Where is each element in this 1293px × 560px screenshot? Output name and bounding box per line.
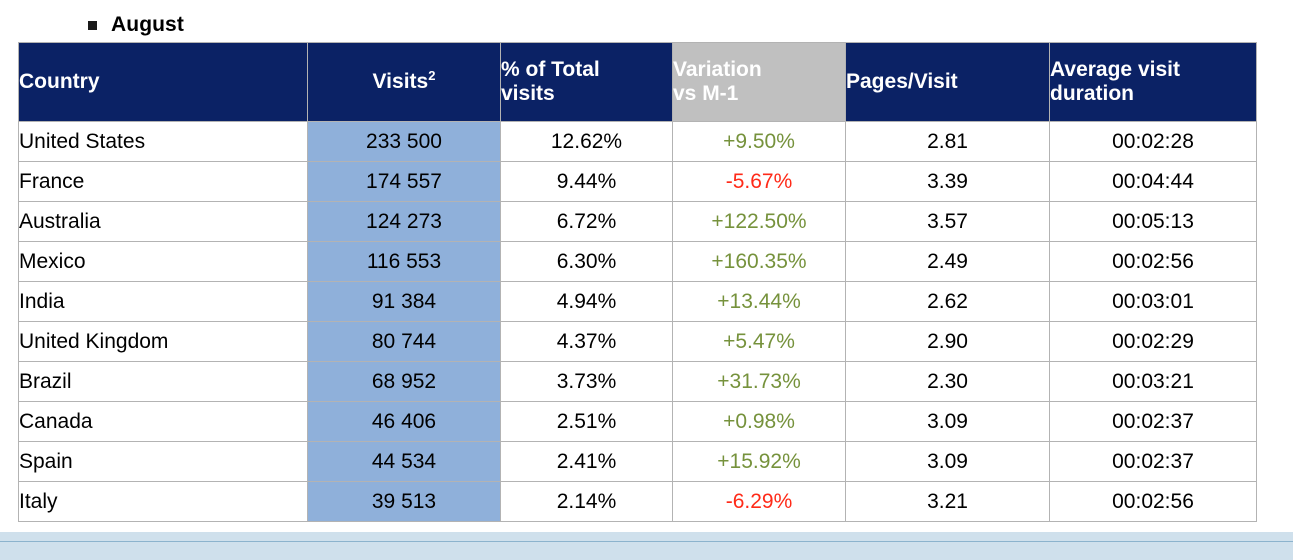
table-row: Spain 44 534 2.41% +15.92% 3.09 00:02:37 — [18, 441, 1257, 482]
cell-pages-per-visit: 2.30 — [845, 361, 1050, 402]
cell-visits: 91 384 — [307, 281, 501, 322]
table-row: India 91 384 4.94% +13.44% 2.62 00:03:01 — [18, 281, 1257, 322]
country-stats-table-container: Country Visits2 % of Total visits Variat… — [18, 42, 1257, 522]
column-header-percent-line1: % of Total — [501, 58, 600, 82]
cell-variation: -6.29% — [672, 481, 846, 522]
cell-variation: +122.50% — [672, 201, 846, 242]
cell-country: Italy — [18, 481, 308, 522]
cell-visits: 124 273 — [307, 201, 501, 242]
cell-pages-per-visit: 2.62 — [845, 281, 1050, 322]
table-row: Canada 46 406 2.51% +0.98% 3.09 00:02:37 — [18, 401, 1257, 442]
cell-average-visit-duration: 00:03:21 — [1049, 361, 1257, 402]
table-row: France 174 557 9.44% -5.67% 3.39 00:04:44 — [18, 161, 1257, 202]
cell-average-visit-duration: 00:02:29 — [1049, 321, 1257, 362]
cell-average-visit-duration: 00:02:56 — [1049, 481, 1257, 522]
cell-average-visit-duration: 00:02:37 — [1049, 441, 1257, 482]
cell-country: Australia — [18, 201, 308, 242]
footer-divider-rule — [0, 541, 1293, 542]
column-header-pages-label: Pages/Visit — [846, 70, 958, 94]
cell-variation: +9.50% — [672, 121, 846, 162]
cell-variation: +15.92% — [672, 441, 846, 482]
cell-percent-total-visits: 2.14% — [500, 481, 673, 522]
column-header-visits[interactable]: Visits2 — [307, 42, 501, 122]
cell-percent-total-visits: 3.73% — [500, 361, 673, 402]
cell-average-visit-duration: 00:03:01 — [1049, 281, 1257, 322]
cell-country: Brazil — [18, 361, 308, 402]
table-row: Mexico 116 553 6.30% +160.35% 2.49 00:02:56 — [18, 241, 1257, 282]
cell-pages-per-visit: 2.49 — [845, 241, 1050, 282]
table-row: United Kingdom 80 744 4.37% +5.47% 2.90 00:02… — [18, 321, 1257, 362]
cell-visits: 44 534 — [307, 441, 501, 482]
column-header-country-label: Country — [19, 70, 100, 94]
cell-pages-per-visit: 3.21 — [845, 481, 1050, 522]
cell-visits: 80 744 — [307, 321, 501, 362]
column-header-percent-line2: visits — [501, 82, 555, 105]
cell-visits: 68 952 — [307, 361, 501, 402]
square-bullet-icon — [88, 20, 97, 30]
cell-average-visit-duration: 00:05:13 — [1049, 201, 1257, 242]
cell-pages-per-visit: 3.09 — [845, 441, 1050, 482]
cell-country: India — [18, 281, 308, 322]
table-row: United States 233 500 12.62% +9.50% 2.81 00:0… — [18, 121, 1257, 162]
cell-variation: +13.44% — [672, 281, 846, 322]
cell-percent-total-visits: 9.44% — [500, 161, 673, 202]
table-body: United States 233 500 12.62% +9.50% 2.81 00:0… — [18, 121, 1257, 522]
cell-percent-total-visits: 6.72% — [500, 201, 673, 242]
heading-label: August — [111, 12, 184, 36]
column-header-variation[interactable]: Variation vs M-1 — [672, 42, 846, 122]
cell-pages-per-visit: 2.90 — [845, 321, 1050, 362]
cell-variation: +31.73% — [672, 361, 846, 402]
table-header: Country Visits2 % of Total visits Variat… — [18, 42, 1257, 122]
cell-variation: +5.47% — [672, 321, 846, 362]
cell-visits: 46 406 — [307, 401, 501, 442]
table-row: Australia 124 273 6.72% +122.50% 3.57 00:05:1… — [18, 201, 1257, 242]
cell-percent-total-visits: 4.94% — [500, 281, 673, 322]
slide-heading: August — [88, 10, 184, 38]
cell-average-visit-duration: 00:02:37 — [1049, 401, 1257, 442]
footer-band — [0, 531, 1293, 560]
cell-visits: 39 513 — [307, 481, 501, 522]
column-header-country[interactable]: Country — [18, 42, 308, 122]
column-header-duration-line1: Average visit — [1050, 58, 1180, 82]
cell-country: Spain — [18, 441, 308, 482]
footnote-marker: 2 — [428, 68, 436, 84]
cell-percent-total-visits: 6.30% — [500, 241, 673, 282]
cell-variation: -5.67% — [672, 161, 846, 202]
cell-percent-total-visits: 2.51% — [500, 401, 673, 442]
cell-average-visit-duration: 00:04:44 — [1049, 161, 1257, 202]
cell-percent-total-visits: 4.37% — [500, 321, 673, 362]
column-header-variation-line2: vs M-1 — [673, 82, 739, 105]
cell-variation: +160.35% — [672, 241, 846, 282]
cell-country: United Kingdom — [18, 321, 308, 362]
cell-pages-per-visit: 3.39 — [845, 161, 1050, 202]
column-header-duration-line2: duration — [1050, 82, 1134, 105]
cell-country: Mexico — [18, 241, 308, 282]
cell-percent-total-visits: 12.62% — [500, 121, 673, 162]
cell-country: France — [18, 161, 308, 202]
country-stats-table: Country Visits2 % of Total visits Variat… — [18, 42, 1257, 522]
cell-pages-per-visit: 3.57 — [845, 201, 1050, 242]
cell-country: United States — [18, 121, 308, 162]
cell-country: Canada — [18, 401, 308, 442]
cell-visits: 174 557 — [307, 161, 501, 202]
column-header-average-visit-duration[interactable]: Average visit duration — [1049, 42, 1257, 122]
column-header-pages-per-visit[interactable]: Pages/Visit — [845, 42, 1050, 122]
column-header-variation-line1: Variation — [673, 58, 762, 82]
cell-pages-per-visit: 2.81 — [845, 121, 1050, 162]
table-row: Brazil 68 952 3.73% +31.73% 2.30 00:03:21 — [18, 361, 1257, 402]
column-header-percent-total-visits[interactable]: % of Total visits — [500, 42, 673, 122]
cell-pages-per-visit: 3.09 — [845, 401, 1050, 442]
table-row: Italy 39 513 2.14% -6.29% 3.21 00:02:56 — [18, 481, 1257, 522]
cell-average-visit-duration: 00:02:28 — [1049, 121, 1257, 162]
cell-visits: 233 500 — [307, 121, 501, 162]
table-header-row: Country Visits2 % of Total visits Variat… — [18, 42, 1257, 122]
column-header-visits-label: Visits — [372, 70, 429, 94]
cell-percent-total-visits: 2.41% — [500, 441, 673, 482]
cell-variation: +0.98% — [672, 401, 846, 442]
cell-average-visit-duration: 00:02:56 — [1049, 241, 1257, 282]
cell-visits: 116 553 — [307, 241, 501, 282]
